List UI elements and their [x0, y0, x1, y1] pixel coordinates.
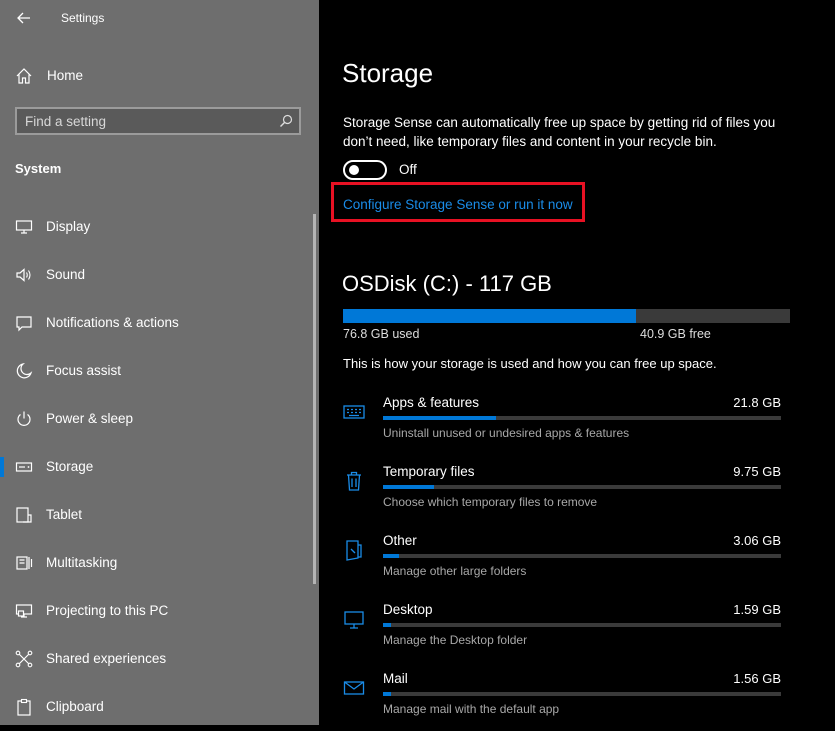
page-title: Storage [342, 58, 434, 88]
category-description: Manage other large folders [383, 564, 527, 578]
keyboard-icon [343, 401, 365, 423]
app-title: Settings [61, 11, 105, 25]
category-size: 1.56 GB [733, 671, 781, 686]
title-bar: Settings [0, 0, 319, 38]
power-icon [15, 410, 33, 428]
sidebar-item-multitasking[interactable]: Multitasking [0, 545, 312, 581]
category-usage-bar [383, 416, 781, 420]
search-icon[interactable] [279, 114, 293, 128]
folder-icon [343, 539, 365, 561]
search-input[interactable] [25, 112, 265, 130]
category-name: Desktop [383, 602, 433, 617]
sidebar-item-label: Projecting to this PC [46, 603, 169, 618]
category-usage-bar [383, 692, 781, 696]
desktop-icon [343, 608, 365, 630]
usage-intro: This is how your storage is used and how… [343, 356, 717, 371]
disk-title: OSDisk (C:) - 117 GB [342, 271, 552, 296]
category-size: 21.8 GB [733, 395, 781, 410]
category-description: Manage the Desktop folder [383, 633, 528, 647]
category-usage-fill [383, 485, 434, 489]
sidebar-item-power-sleep[interactable]: Power & sleep [0, 401, 312, 437]
category-usage-fill [383, 416, 497, 420]
sidebar-item-label: Notifications & actions [46, 315, 179, 330]
projector-icon [15, 602, 33, 620]
sidebar-item-clipboard[interactable]: Clipboard [0, 689, 312, 725]
category-name: Other [383, 533, 417, 548]
toggle-knob [349, 165, 359, 175]
storage-sense-toggle[interactable] [343, 160, 387, 180]
back-arrow-icon[interactable] [14, 8, 34, 28]
category-apps-features[interactable]: Apps & features 21.8 GB Uninstall unused… [319, 395, 835, 455]
sidebar-item-focus-assist[interactable]: Focus assist [0, 353, 312, 389]
sidebar-item-label: Storage [46, 459, 94, 474]
category-size: 9.75 GB [733, 464, 781, 479]
sidebar-item-shared-experiences[interactable]: Shared experiences [0, 641, 312, 677]
sidebar-item-notifications[interactable]: Notifications & actions [0, 305, 312, 341]
disk-free-label: 40.9 GB free [640, 327, 711, 341]
sidebar-item-label: Shared experiences [46, 651, 167, 666]
category-name: Mail [383, 671, 408, 686]
selected-indicator [0, 457, 4, 477]
sidebar-item-label: Clipboard [46, 699, 104, 714]
home-label: Home [47, 68, 84, 83]
storage-sense-description: Storage Sense can automatically free up … [343, 115, 776, 149]
category-usage-fill [383, 692, 391, 696]
sidebar-scrollbar[interactable] [313, 214, 316, 584]
message-icon [15, 314, 33, 332]
configure-storage-sense-link[interactable]: Configure Storage Sense or run it now [343, 197, 573, 212]
category-desktop[interactable]: Desktop 1.59 GB Manage the Desktop folde… [319, 602, 835, 662]
sidebar-item-storage[interactable]: Storage [0, 449, 312, 485]
storage-icon [15, 458, 33, 476]
category-description: Uninstall unused or undesired apps & fea… [383, 426, 630, 440]
sidebar-item-label: Focus assist [46, 363, 122, 378]
main-content: Storage Storage Sense can automatically … [319, 0, 835, 725]
disk-used-label: 76.8 GB used [343, 327, 420, 341]
disk-usage-fill [343, 309, 637, 323]
sidebar-item-display[interactable]: Display [0, 209, 312, 245]
moon-icon [15, 362, 33, 380]
category-size: 3.06 GB [733, 533, 781, 548]
category-description: Manage mail with the default app [383, 702, 560, 716]
category-size: 1.59 GB [733, 602, 781, 617]
sidebar: Settings Home System Display Sound Notif… [0, 0, 319, 725]
category-usage-bar [383, 623, 781, 627]
monitor-icon [15, 218, 33, 236]
sidebar-item-tablet[interactable]: Tablet [0, 497, 312, 533]
category-usage-fill [383, 554, 399, 558]
category-usage-bar [383, 485, 781, 489]
category-other[interactable]: Other 3.06 GB Manage other large folders [319, 533, 835, 593]
sidebar-item-projecting[interactable]: Projecting to this PC [0, 593, 312, 629]
category-mail[interactable]: Mail 1.56 GB Manage mail with the defaul… [319, 671, 835, 731]
sidebar-item-label: Multitasking [46, 555, 118, 570]
home-item[interactable]: Home [0, 62, 319, 90]
category-temporary-files[interactable]: Temporary files 9.75 GB Choose which tem… [319, 464, 835, 524]
category-usage-fill [383, 623, 392, 627]
sidebar-item-label: Tablet [46, 507, 83, 522]
section-title: System [15, 161, 62, 176]
toggle-state-label: Off [399, 162, 417, 177]
category-name: Apps & features [383, 395, 480, 410]
multitasking-icon [15, 554, 33, 572]
trash-icon [343, 470, 365, 492]
home-icon [15, 67, 33, 85]
sidebar-item-label: Power & sleep [46, 411, 134, 426]
clipboard-icon [15, 698, 33, 716]
category-usage-bar [383, 554, 781, 558]
mail-icon [343, 677, 365, 699]
category-description: Choose which temporary files to remove [383, 495, 598, 509]
disk-usage-bar [343, 309, 790, 323]
category-name: Temporary files [383, 464, 475, 479]
search-box[interactable] [15, 107, 301, 135]
sidebar-item-label: Display [46, 219, 91, 234]
speaker-icon [15, 266, 33, 284]
share-icon [15, 650, 33, 668]
tablet-icon [15, 506, 33, 524]
sidebar-item-sound[interactable]: Sound [0, 257, 312, 293]
sidebar-item-label: Sound [46, 267, 86, 282]
